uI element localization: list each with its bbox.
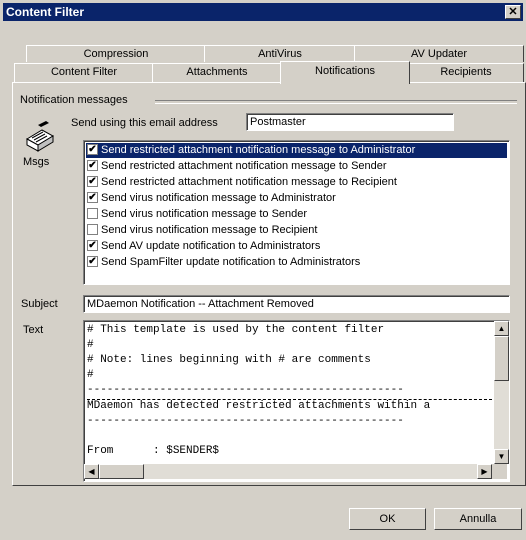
notification-option-label: Send restricted attachment notification …	[101, 176, 397, 188]
text-line: #	[87, 369, 94, 381]
notifications-panel: Notification messages Send using this em…	[12, 82, 526, 486]
envelope-icon	[24, 121, 56, 153]
vertical-scrollbar[interactable]: ▲ ▼	[494, 321, 509, 464]
text-line: From : $SENDER$	[87, 445, 220, 457]
notification-option-label: Send virus notification message to Admin…	[101, 192, 336, 204]
notification-option-label: Send restricted attachment notification …	[101, 144, 416, 156]
text-line: # This template is used by the content f…	[87, 324, 385, 336]
notification-option-item[interactable]: ✔ Send restricted attachment notification…	[86, 175, 507, 190]
close-button[interactable]: ✕	[505, 5, 521, 19]
notification-option-item[interactable]: Send virus notification message to Sende…	[86, 207, 507, 222]
message-text-area[interactable]: # This template is used by the content f…	[83, 320, 510, 482]
tab-av-updater[interactable]: AV Updater	[354, 45, 524, 62]
send-using-email-input[interactable]: Postmaster	[246, 113, 454, 131]
horizontal-scroll-thumb[interactable]	[99, 464, 144, 479]
tab-content-filter[interactable]: Content Filter	[14, 63, 154, 82]
msgs-label: Msgs	[23, 156, 50, 168]
notification-option-item[interactable]: ✔ Send SpamFilter update notification to …	[86, 255, 507, 270]
window-title: Content Filter	[6, 5, 84, 19]
text-line: ----------------------------------------…	[87, 415, 404, 427]
checkbox-checked[interactable]: ✔	[87, 176, 98, 187]
notification-option-label: Send AV update notification to Administr…	[101, 240, 321, 252]
tab-notifications[interactable]: Notifications	[280, 61, 410, 84]
vertical-scroll-thumb[interactable]	[494, 336, 509, 381]
cancel-button[interactable]: Annulla	[434, 508, 522, 530]
ok-button[interactable]: OK	[349, 508, 426, 530]
tab-antivirus[interactable]: AntiVirus	[204, 45, 356, 62]
tab-attachments[interactable]: Attachments	[152, 63, 282, 82]
notification-option-label: Send virus notification message to Sende…	[101, 208, 308, 220]
checkbox-checked[interactable]: ✔	[87, 192, 98, 203]
notification-option-item[interactable]: ✔ Send restricted attachment notification…	[86, 143, 507, 158]
subject-input[interactable]: MDaemon Notification -- Attachment Remov…	[83, 295, 510, 313]
checkbox-unchecked[interactable]	[87, 208, 98, 219]
message-text-content: # This template is used by the content f…	[87, 324, 492, 463]
checkbox-checked[interactable]: ✔	[87, 160, 98, 171]
checkbox-checked[interactable]: ✔	[87, 256, 98, 267]
text-line: # Note: lines beginning with # are comme…	[87, 354, 371, 366]
notification-option-item[interactable]: ✔ Send AV update notification to Administ…	[86, 239, 507, 254]
text-label: Text	[23, 324, 44, 336]
scroll-corner	[492, 464, 507, 479]
tab-recipients[interactable]: Recipients	[408, 63, 524, 82]
subject-label: Subject	[21, 298, 58, 310]
text-line: MDaemon has detected restricted attachme…	[87, 400, 431, 412]
horizontal-scrollbar[interactable]: ◀ ▶	[84, 464, 492, 479]
notification-option-label: Send virus notification message to Recip…	[101, 224, 318, 236]
notification-messages-group-label: Notification messages	[20, 94, 128, 106]
scroll-down-arrow-icon[interactable]: ▼	[494, 449, 509, 464]
text-line: #	[87, 339, 94, 351]
text-line: ----------------------------------------…	[87, 384, 492, 400]
notification-messages-list[interactable]: ✔ Send restricted attachment notification…	[83, 140, 510, 285]
scroll-up-arrow-icon[interactable]: ▲	[494, 321, 509, 336]
tab-compression[interactable]: Compression	[26, 45, 206, 62]
notification-option-label: Send SpamFilter update notification to A…	[101, 256, 361, 268]
checkbox-checked[interactable]: ✔	[87, 240, 98, 251]
scroll-right-arrow-icon[interactable]: ▶	[477, 464, 492, 479]
notification-option-item[interactable]: ✔ Send virus notification message to Admi…	[86, 191, 507, 206]
title-bar: Content Filter ✕	[3, 3, 523, 21]
content-filter-dialog: Content Filter ✕ Compression AntiVirus A…	[0, 0, 526, 540]
notification-option-item[interactable]: Send virus notification message to Recip…	[86, 223, 507, 238]
send-using-label: Send using this email address	[71, 117, 218, 129]
checkbox-checked[interactable]: ✔	[87, 144, 98, 155]
checkbox-unchecked[interactable]	[87, 224, 98, 235]
notification-option-item[interactable]: ✔ Send restricted attachment notification…	[86, 159, 507, 174]
text-line	[87, 430, 492, 445]
scroll-left-arrow-icon[interactable]: ◀	[84, 464, 99, 479]
notification-option-label: Send restricted attachment notification …	[101, 160, 387, 172]
group-divider	[155, 100, 517, 104]
